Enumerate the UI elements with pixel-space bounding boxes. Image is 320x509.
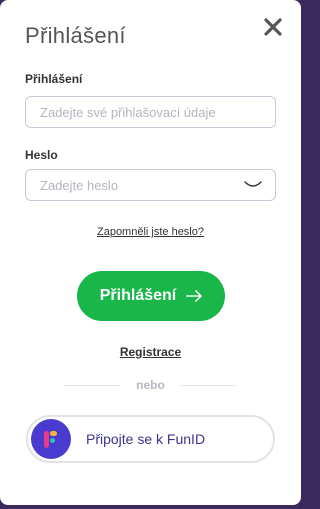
login-button[interactable]: Přihlášení [77, 271, 225, 321]
register-link[interactable]: Registrace [0, 345, 301, 359]
forgot-password-link[interactable]: Zapomněli jste heslo? [0, 226, 301, 238]
arrow-right-icon [186, 290, 203, 302]
show-password-icon[interactable] [243, 180, 263, 190]
login-label: Přihlášení [25, 72, 83, 86]
divider-line-right [180, 385, 236, 386]
close-button[interactable] [262, 16, 284, 38]
divider-text: nebo [136, 378, 165, 392]
password-label: Heslo [25, 148, 58, 162]
login-button-label: Přihlášení [99, 287, 177, 304]
funid-logo-icon [31, 419, 71, 459]
funid-button[interactable]: Připojte se k FunID [26, 415, 275, 463]
close-icon [264, 18, 282, 36]
modal-title: Přihlášení [25, 23, 126, 48]
login-input[interactable] [25, 96, 276, 128]
login-modal: Přihlášení Přihlášení Heslo Zapomněli js… [0, 0, 301, 505]
password-input[interactable] [25, 169, 276, 201]
funid-button-label: Připojte se k FunID [86, 431, 206, 447]
